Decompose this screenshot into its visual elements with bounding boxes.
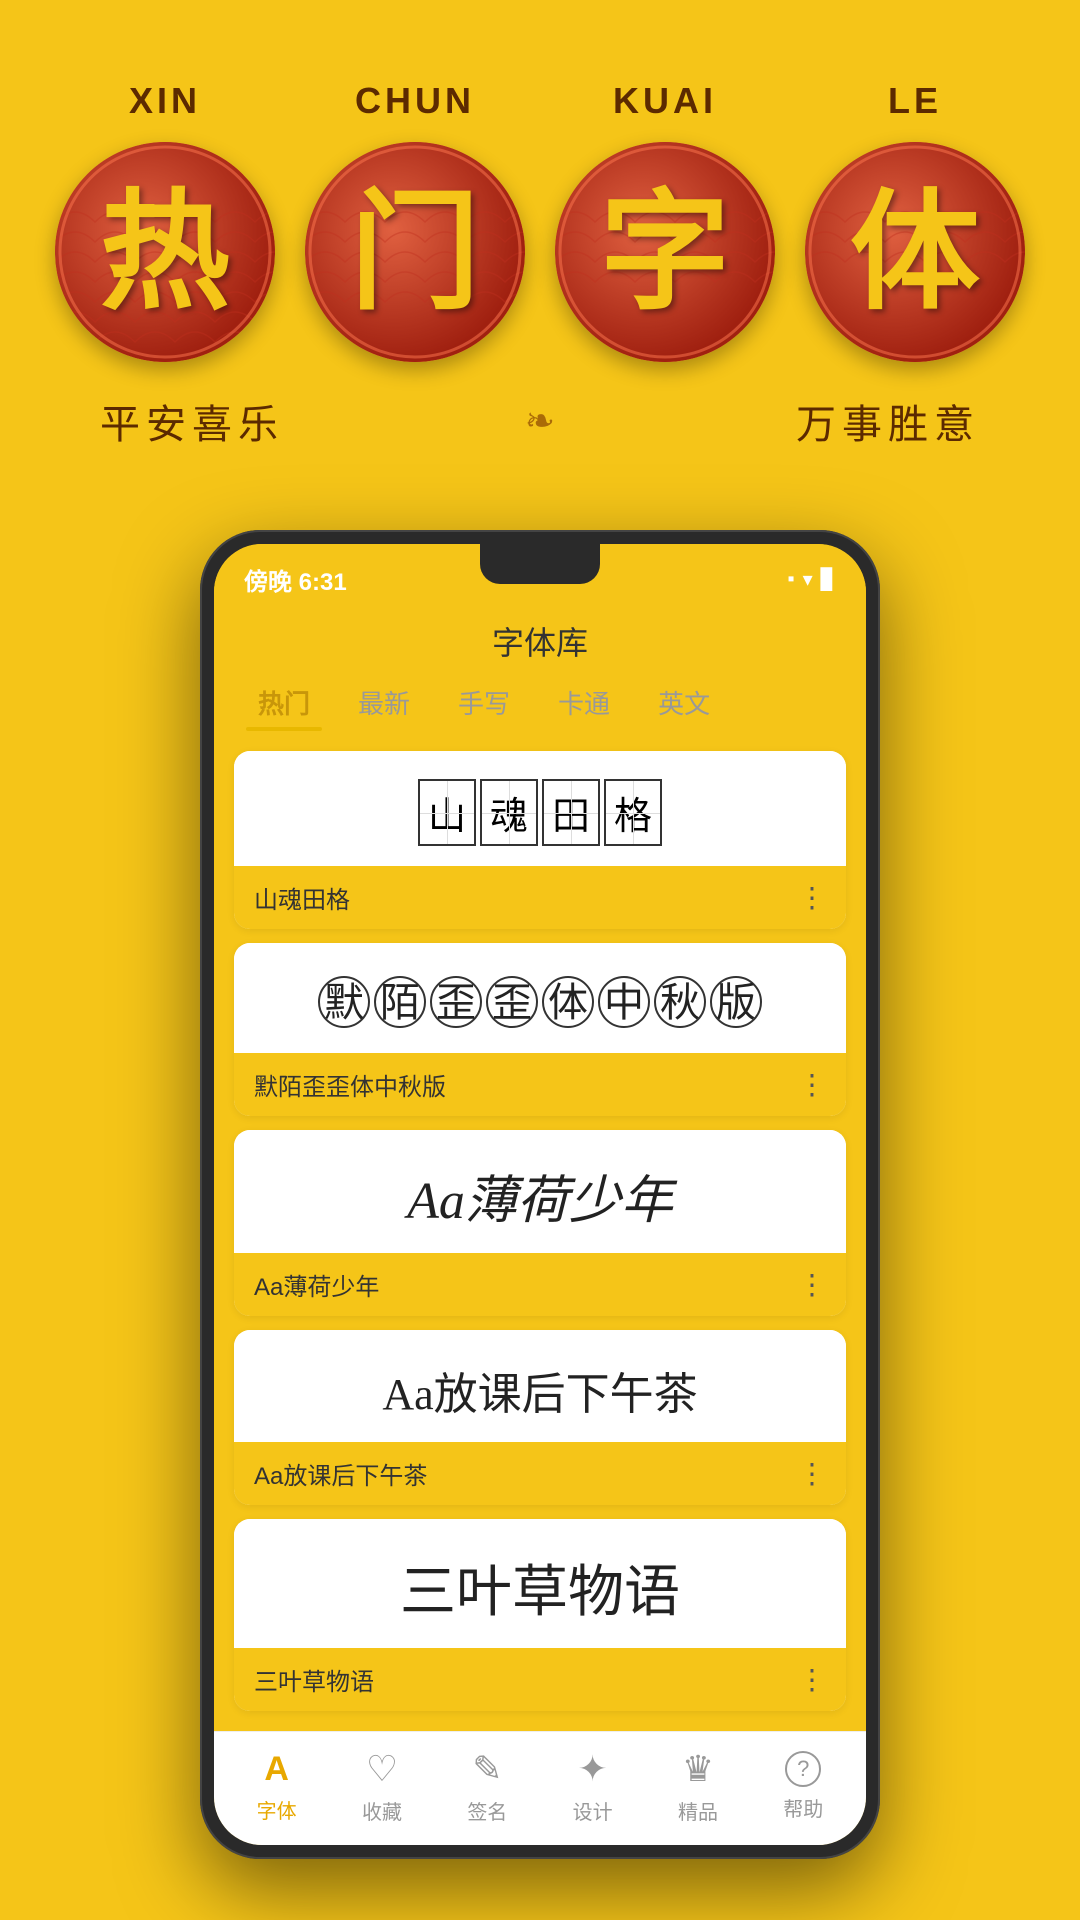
- font-name-row-4: Aa放课后下午茶 ⋮: [234, 1442, 846, 1505]
- font-preview-text-5: 三叶草物语: [400, 1547, 680, 1628]
- pinyin-kuai: KUAI: [565, 80, 765, 122]
- tab-handwriting-label: 手写: [458, 689, 510, 719]
- pinyin-xin: XIN: [65, 80, 265, 122]
- nav-icon-design: ✦: [578, 1748, 608, 1790]
- nav-label-design: 设计: [573, 1796, 613, 1825]
- nav-label-favorites: 收藏: [362, 1796, 402, 1825]
- pinyin-labels-row: XIN CHUN KUAI LE: [40, 80, 1040, 122]
- nav-label-signature: 签名: [467, 1796, 507, 1825]
- nav-icon-fonts: A: [264, 1750, 289, 1789]
- app-header: 字体库: [214, 604, 866, 674]
- more-btn-3[interactable]: ⋮: [798, 1268, 826, 1301]
- circles-row: 热: [40, 142, 1040, 362]
- nav-item-favorites[interactable]: ♡ 收藏: [362, 1748, 402, 1825]
- bottom-nav: A 字体 ♡ 收藏 ✎ 签名 ✦ 设计 ♛ 精品: [214, 1731, 866, 1845]
- nav-icon-premium: ♛: [682, 1748, 714, 1790]
- char-ti: 体: [850, 187, 980, 317]
- phone-frame: 傍晚 6:31 ▪ ▾ ▊ 字体库 热门 最新: [200, 530, 880, 1859]
- blessings-row: 平安喜乐 ❧ 万事胜意: [40, 392, 1040, 450]
- grid-char-2: 魂: [480, 779, 538, 846]
- font-preview-1: 山 魂 田 格: [234, 751, 846, 866]
- phone-screen: 傍晚 6:31 ▪ ▾ ▊ 字体库 热门 最新: [214, 544, 866, 1845]
- tab-bar[interactable]: 热门 最新 手写 卡通 英文: [214, 674, 866, 741]
- grid-char-3: 田: [542, 779, 600, 846]
- font-preview-5: 三叶草物语: [234, 1519, 846, 1648]
- phone-wrapper: 傍晚 6:31 ▪ ▾ ▊ 字体库 热门 最新: [0, 530, 1080, 1919]
- font-name-5: 三叶草物语: [254, 1662, 374, 1697]
- font-card-2[interactable]: 默陌歪歪体中秋版 默陌歪歪体中秋版 ⋮: [234, 943, 846, 1116]
- tab-hot-label: 热门: [258, 689, 310, 719]
- battery-icon: ▪: [787, 568, 794, 591]
- nav-label-premium: 精品: [678, 1796, 718, 1825]
- more-btn-2[interactable]: ⋮: [798, 1068, 826, 1101]
- font-preview-3: Aa薄荷少年: [234, 1130, 846, 1253]
- char-zi: 字: [600, 187, 730, 317]
- char-circle-men: 门: [305, 142, 525, 362]
- font-name-1: 山魂田格: [254, 880, 350, 915]
- char-re: 热: [100, 187, 230, 317]
- tab-cartoon-label: 卡通: [558, 689, 610, 719]
- char-circle-re: 热: [55, 142, 275, 362]
- font-card-4[interactable]: Aa放课后下午茶 Aa放课后下午茶 ⋮: [234, 1330, 846, 1505]
- font-list: 山 魂 田 格 山魂田格 ⋮ 默陌歪歪体中秋: [214, 741, 866, 1731]
- pinyin-le: LE: [815, 80, 1015, 122]
- nav-item-help[interactable]: ? 帮助: [783, 1751, 823, 1822]
- font-name-row-5: 三叶草物语 ⋮: [234, 1648, 846, 1711]
- nav-icon-help: ?: [785, 1751, 821, 1787]
- nav-item-premium[interactable]: ♛ 精品: [678, 1748, 718, 1825]
- font-preview-text-4: Aa放课后下午茶: [382, 1358, 697, 1422]
- status-icons: ▪ ▾ ▊: [787, 567, 836, 592]
- tab-english[interactable]: 英文: [634, 674, 734, 731]
- nav-icon-favorites: ♡: [366, 1748, 398, 1790]
- lotus-icon: ❧: [525, 400, 555, 442]
- tab-handwriting[interactable]: 手写: [434, 674, 534, 731]
- camera-notch: [480, 544, 600, 584]
- tab-latest[interactable]: 最新: [334, 674, 434, 731]
- more-btn-5[interactable]: ⋮: [798, 1663, 826, 1696]
- font-preview-text-2: 默陌歪歪体中秋版: [316, 974, 764, 1030]
- font-name-4: Aa放课后下午茶: [254, 1456, 427, 1491]
- more-btn-1[interactable]: ⋮: [798, 881, 826, 914]
- font-name-row-2: 默陌歪歪体中秋版 ⋮: [234, 1053, 846, 1116]
- font-name-2: 默陌歪歪体中秋版: [254, 1067, 446, 1102]
- nav-label-help: 帮助: [783, 1793, 823, 1822]
- font-card-3[interactable]: Aa薄荷少年 Aa薄荷少年 ⋮: [234, 1130, 846, 1316]
- more-btn-4[interactable]: ⋮: [798, 1457, 826, 1490]
- nav-icon-signature: ✎: [472, 1748, 502, 1790]
- signal-icon: ▊: [821, 567, 836, 592]
- status-bar: 傍晚 6:31 ▪ ▾ ▊: [214, 544, 866, 604]
- nav-item-fonts[interactable]: A 字体: [257, 1750, 297, 1824]
- nav-item-design[interactable]: ✦ 设计: [573, 1748, 613, 1825]
- font-preview-4: Aa放课后下午茶: [234, 1330, 846, 1442]
- tab-hot[interactable]: 热门: [234, 674, 334, 731]
- pinyin-chun: CHUN: [315, 80, 515, 122]
- nav-item-signature[interactable]: ✎ 签名: [467, 1748, 507, 1825]
- tab-latest-label: 最新: [358, 689, 410, 719]
- blessing-right: 万事胜意: [796, 392, 980, 450]
- nav-label-fonts: 字体: [257, 1795, 297, 1824]
- font-preview-text-3: Aa薄荷少年: [407, 1158, 673, 1233]
- font-card-5[interactable]: 三叶草物语 三叶草物语 ⋮: [234, 1519, 846, 1711]
- font-grid: 山 魂 田 格: [418, 779, 662, 846]
- font-name-3: Aa薄荷少年: [254, 1267, 379, 1302]
- tab-english-label: 英文: [658, 689, 710, 719]
- char-men: 门: [350, 187, 480, 317]
- font-preview-2: 默陌歪歪体中秋版: [234, 943, 846, 1053]
- wifi-icon: ▾: [803, 567, 813, 592]
- status-time: 傍晚 6:31: [244, 562, 347, 597]
- char-circle-ti: 体: [805, 142, 1025, 362]
- char-circle-zi: 字: [555, 142, 775, 362]
- grid-char-4: 格: [604, 779, 662, 846]
- grid-char-1: 山: [418, 779, 476, 846]
- blessing-left: 平安喜乐: [100, 392, 284, 450]
- tab-cartoon[interactable]: 卡通: [534, 674, 634, 731]
- font-name-row-3: Aa薄荷少年 ⋮: [234, 1253, 846, 1316]
- app-title: 字体库: [492, 625, 588, 661]
- font-name-row-1: 山魂田格 ⋮: [234, 866, 846, 929]
- font-card-1[interactable]: 山 魂 田 格 山魂田格 ⋮: [234, 751, 846, 929]
- top-section: XIN CHUN KUAI LE: [0, 0, 1080, 490]
